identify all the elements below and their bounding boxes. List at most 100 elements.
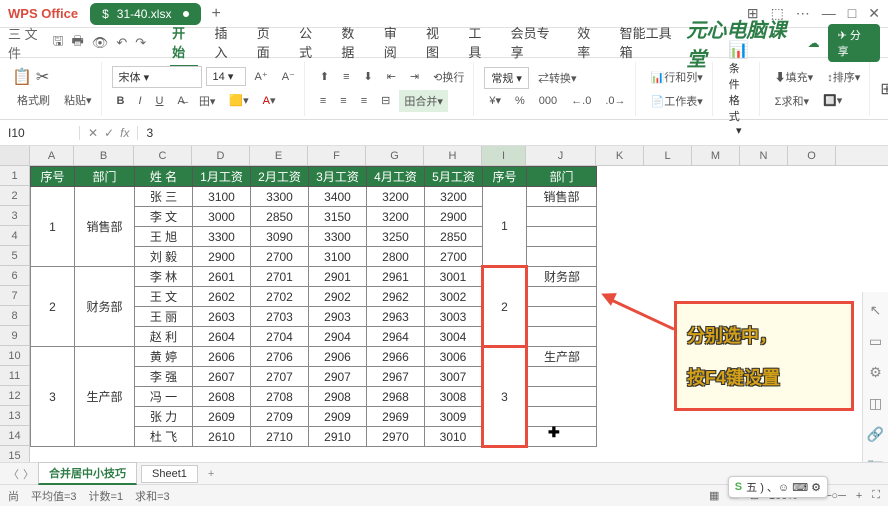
sum-button[interactable]: Σ求和▾: [770, 90, 814, 112]
row-header[interactable]: 9: [0, 326, 29, 346]
cond-format-button[interactable]: 📊条件格式▾: [723, 38, 755, 139]
row-header[interactable]: 2: [0, 186, 29, 206]
row-header[interactable]: 3: [0, 206, 29, 226]
style-icon[interactable]: ▭: [869, 333, 882, 350]
tab-vip[interactable]: 会员专享: [509, 19, 562, 67]
tab-tools[interactable]: 工具: [466, 19, 494, 67]
merge-button[interactable]: 田合并▾: [399, 90, 448, 112]
paste-button[interactable]: 粘贴▾: [59, 89, 97, 111]
sheet-tab[interactable]: Sheet1: [141, 465, 198, 483]
align-bottom-icon[interactable]: ⬇: [358, 67, 377, 86]
cut-icon[interactable]: ✂: [36, 67, 49, 87]
col-header[interactable]: N: [740, 146, 788, 165]
camera-icon[interactable]: 📷: [867, 457, 884, 462]
align-left-icon[interactable]: ≡: [315, 92, 331, 110]
col-header[interactable]: K: [596, 146, 644, 165]
select-icon[interactable]: ↖: [870, 302, 882, 319]
tab-view[interactable]: 视图: [424, 19, 452, 67]
row-header[interactable]: 4: [0, 226, 29, 246]
ime-toolbar[interactable]: S 五 ) 、☺ ⌨ ⚙: [728, 476, 828, 498]
increase-font-icon[interactable]: A⁺: [250, 67, 273, 86]
row-header[interactable]: 10: [0, 346, 29, 366]
col-header[interactable]: F: [308, 146, 366, 165]
worksheet-button[interactable]: 📄工作表▾: [646, 90, 708, 112]
strike-button[interactable]: A̶: [173, 92, 190, 110]
share-button[interactable]: ✈ 分享: [828, 24, 880, 62]
name-box[interactable]: I10: [0, 126, 80, 140]
font-name-select[interactable]: 宋体 ▾: [112, 66, 202, 88]
percent-icon[interactable]: %: [510, 92, 530, 110]
comma-icon[interactable]: 000: [534, 92, 562, 110]
col-header[interactable]: J: [526, 146, 596, 165]
select-all-corner[interactable]: [0, 146, 30, 165]
redo-icon[interactable]: ↷: [135, 35, 146, 51]
col-header[interactable]: C: [134, 146, 192, 165]
fx-icon[interactable]: fx: [120, 126, 129, 140]
col-header[interactable]: A: [30, 146, 74, 165]
file-menu[interactable]: 三 文件: [8, 24, 44, 62]
row-header[interactable]: 15: [0, 446, 29, 462]
align-middle-icon[interactable]: ≡: [338, 68, 354, 86]
col-header[interactable]: O: [788, 146, 836, 165]
fill-color-button[interactable]: 🟨▾: [224, 91, 253, 110]
col-header[interactable]: B: [74, 146, 134, 165]
tab-page[interactable]: 页面: [255, 19, 283, 67]
decrease-decimal-icon[interactable]: .0→: [600, 92, 630, 110]
tab-data[interactable]: 数据: [339, 19, 367, 67]
fullscreen-icon[interactable]: ⛶: [872, 489, 880, 502]
sheet-tab[interactable]: 合并居中小技巧: [38, 462, 137, 485]
col-header[interactable]: H: [424, 146, 482, 165]
decrease-font-icon[interactable]: A⁻: [277, 67, 300, 86]
confirm-formula-icon[interactable]: ✓: [104, 126, 114, 140]
indent-right-icon[interactable]: ⇥: [405, 67, 424, 86]
italic-button[interactable]: I: [133, 92, 146, 110]
col-header[interactable]: M: [692, 146, 740, 165]
row-header[interactable]: 7: [0, 286, 29, 306]
chart-icon[interactable]: ◫: [869, 395, 882, 412]
tab-smart[interactable]: 智能工具箱: [618, 19, 683, 67]
align-top-icon[interactable]: ⬆: [315, 67, 334, 86]
cancel-formula-icon[interactable]: ✕: [88, 126, 98, 140]
row-header[interactable]: 8: [0, 306, 29, 326]
tab-formula[interactable]: 公式: [297, 19, 325, 67]
rowcol-button[interactable]: 📊行和列▾: [646, 66, 708, 88]
convert-button[interactable]: ⇄转换▾: [533, 67, 582, 89]
cells-area[interactable]: 序号部门姓 名1月工资2月工资3月工资4月工资5月工资序号部门1销售部张 三31…: [30, 166, 888, 462]
border-button[interactable]: 田▾: [194, 90, 221, 112]
formula-input[interactable]: 3: [138, 126, 888, 140]
bold-button[interactable]: B: [112, 92, 130, 110]
row-header[interactable]: 11: [0, 366, 29, 386]
row-header[interactable]: 6: [0, 266, 29, 286]
sheet-prev-button[interactable]: 〈: [8, 466, 19, 482]
add-sheet-button[interactable]: +: [202, 468, 220, 480]
font-color-button[interactable]: A▾: [258, 91, 281, 110]
fill-button[interactable]: ⬇填充▾: [770, 66, 819, 88]
underline-button[interactable]: U: [151, 92, 169, 110]
tab-start[interactable]: 开始: [170, 19, 198, 67]
sheet-next-button[interactable]: 〉: [23, 466, 34, 482]
font-size-select[interactable]: 14 ▾: [206, 67, 246, 86]
settings-icon[interactable]: ⚙: [869, 364, 882, 381]
wrap-button[interactable]: ⟲换行: [428, 66, 469, 88]
attach-icon[interactable]: 🔗: [867, 426, 884, 443]
row-header[interactable]: 5: [0, 246, 29, 266]
merge-left-icon[interactable]: ⊟: [376, 91, 395, 110]
copy-icon[interactable]: 📋: [12, 67, 32, 87]
align-center-icon[interactable]: ≡: [335, 92, 351, 110]
currency-icon[interactable]: ¥▾: [484, 91, 506, 110]
row-header[interactable]: 13: [0, 406, 29, 426]
tab-review[interactable]: 审阅: [382, 19, 410, 67]
indent-left-icon[interactable]: ⇤: [382, 67, 401, 86]
row-header[interactable]: 14: [0, 426, 29, 446]
tab-insert[interactable]: 插入: [212, 19, 240, 67]
number-format-select[interactable]: 常规 ▾: [484, 67, 529, 89]
print-icon[interactable]: 🖶: [72, 32, 84, 54]
col-header[interactable]: G: [366, 146, 424, 165]
sort-button[interactable]: ↕排序▾: [822, 66, 865, 88]
format-icon[interactable]: 🔲▾: [818, 91, 847, 110]
align-right-icon[interactable]: ≡: [356, 92, 372, 110]
cloud-icon[interactable]: ☁: [808, 36, 820, 50]
tab-efficiency[interactable]: 效率: [575, 19, 603, 67]
col-header[interactable]: I: [482, 146, 526, 165]
save-icon[interactable]: 🖫: [52, 32, 63, 54]
